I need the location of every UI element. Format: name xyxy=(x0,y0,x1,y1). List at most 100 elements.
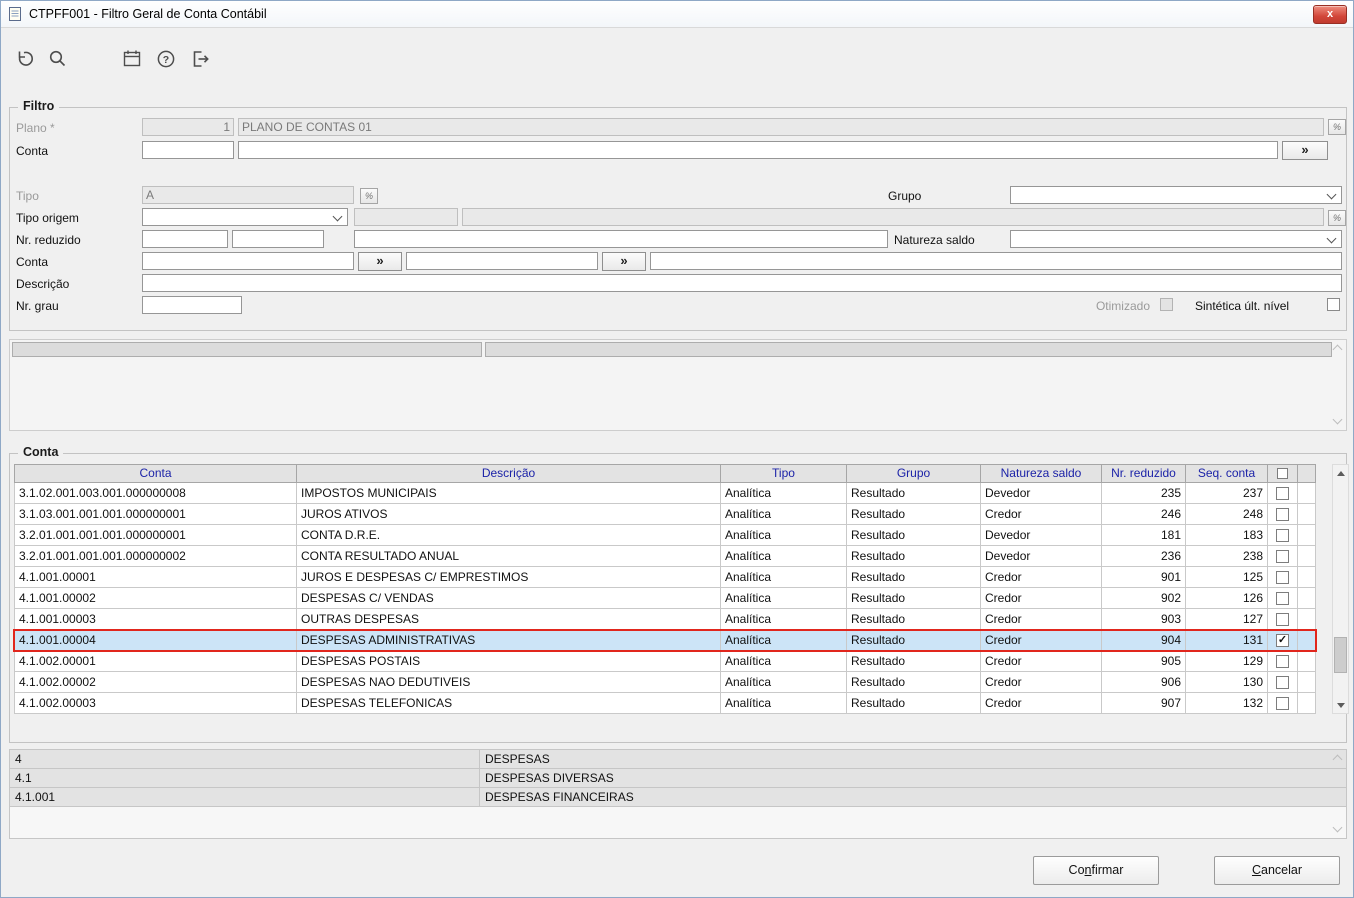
row-filler xyxy=(1298,693,1316,714)
table-row[interactable]: 3.2.01.001.001.001.000000001 CONTA D.R.E.… xyxy=(14,525,1316,546)
table-row[interactable]: 3.1.03.001.001.001.000000001 JUROS ATIVOS… xyxy=(14,504,1316,525)
conta-input[interactable] xyxy=(142,141,234,159)
cell-tipo: Analítica xyxy=(721,630,847,651)
row-checkbox[interactable] xyxy=(1276,507,1289,521)
row-checkbox[interactable] xyxy=(1276,570,1289,584)
natureza-saldo-select[interactable] xyxy=(1010,230,1342,248)
header-tipo[interactable]: Tipo xyxy=(721,464,847,483)
cell-descricao: OUTRAS DESPESAS xyxy=(297,609,721,630)
scroll-up-icon[interactable] xyxy=(1332,344,1343,355)
exit-icon[interactable] xyxy=(187,46,213,72)
table-row[interactable]: 4.1.001.00003 OUTRAS DESPESAS Analítica Res… xyxy=(14,609,1316,630)
close-button[interactable]: x xyxy=(1313,4,1347,24)
row-filler xyxy=(1298,588,1316,609)
toolbar: ? xyxy=(1,28,1353,90)
nr-reduzido-extra-input[interactable] xyxy=(354,230,888,248)
hierarchy-row[interactable]: 4.1 DESPESAS DIVERSAS xyxy=(10,769,1346,788)
cell-conta: 4.1.001.00001 xyxy=(14,567,297,588)
scroll-down-icon[interactable] xyxy=(1332,822,1343,833)
cell-grupo: Resultado xyxy=(847,609,981,630)
plano-lookup-button[interactable]: % xyxy=(1328,119,1346,135)
row-checkbox[interactable] xyxy=(1276,591,1289,605)
cell-conta: 3.1.02.001.003.001.000000008 xyxy=(14,483,297,504)
header-seq-conta[interactable]: Seq. conta xyxy=(1186,464,1268,483)
row-checkbox[interactable] xyxy=(1276,549,1289,563)
hierarchy-row[interactable]: 4 DESPESAS xyxy=(10,750,1346,769)
row-checkbox[interactable] xyxy=(1276,675,1289,689)
table-row[interactable]: 4.1.002.00003 DESPESAS TELEFONICAS Analíti… xyxy=(14,693,1316,714)
row-checkbox[interactable] xyxy=(1276,528,1289,542)
header-descricao[interactable]: Descrição xyxy=(297,464,721,483)
nr-reduzido-to-input[interactable] xyxy=(232,230,324,248)
confirm-button[interactable]: Confirmar xyxy=(1033,856,1159,885)
conta-to-more-button[interactable]: » xyxy=(602,252,646,271)
conta-from-input[interactable] xyxy=(142,252,354,270)
conta-from-more-button[interactable]: » xyxy=(358,252,402,271)
conta-to-input[interactable] xyxy=(406,252,598,270)
row-filler xyxy=(1298,630,1316,651)
descricao-input[interactable] xyxy=(142,274,1342,292)
scrollbar-thumb[interactable] xyxy=(1334,637,1347,673)
nr-grau-label: Nr. grau xyxy=(16,299,59,313)
table-row[interactable]: 4.1.002.00001 DESPESAS POSTAIS Analítica Re… xyxy=(14,651,1316,672)
nr-reduzido-from-input[interactable] xyxy=(142,230,228,248)
cell-descricao: CONTA RESULTADO ANUAL xyxy=(297,546,721,567)
scroll-down-icon[interactable] xyxy=(1332,414,1343,425)
cell-tipo: Analítica xyxy=(721,504,847,525)
tipo-origem-field-2 xyxy=(462,208,1324,226)
table-row[interactable]: 4.1.002.00002 DESPESAS NAO DEDUTIVEIS Anal… xyxy=(14,672,1316,693)
tipo-lookup-button[interactable]: % xyxy=(360,188,378,204)
cancel-button[interactable]: Cancelar xyxy=(1214,856,1340,885)
row-checkbox[interactable] xyxy=(1276,486,1289,500)
cell-descricao: DESPESAS NAO DEDUTIVEIS xyxy=(297,672,721,693)
undo-icon[interactable] xyxy=(11,46,37,72)
row-checkbox[interactable]: ✓ xyxy=(1276,633,1289,647)
scrollbar-down-button[interactable] xyxy=(1333,697,1348,713)
header-conta[interactable]: Conta xyxy=(14,464,297,483)
cell-seq-conta: 131 xyxy=(1186,630,1268,651)
row-filler xyxy=(1298,525,1316,546)
header-grupo[interactable]: Grupo xyxy=(847,464,981,483)
calendar-icon[interactable] xyxy=(119,46,145,72)
search-icon[interactable] xyxy=(45,46,71,72)
confirm-label-post: firmar xyxy=(1091,863,1124,877)
plano-input[interactable] xyxy=(142,118,234,136)
row-checkbox-cell xyxy=(1268,588,1298,609)
table-row[interactable]: 4.1.001.00002 DESPESAS C/ VENDAS Analítica… xyxy=(14,588,1316,609)
nr-grau-input[interactable] xyxy=(142,296,242,314)
header-checkbox[interactable] xyxy=(1277,468,1288,479)
sintetica-label: Sintética últ. nível xyxy=(1195,299,1290,313)
row-checkbox-cell xyxy=(1268,693,1298,714)
cell-conta: 4.1.002.00002 xyxy=(14,672,297,693)
window-title: CTPFF001 - Filtro Geral de Conta Contábi… xyxy=(29,7,267,21)
header-natureza-saldo[interactable]: Natureza saldo xyxy=(981,464,1102,483)
cell-nr-reduzido: 907 xyxy=(1102,693,1186,714)
table-row[interactable]: 4.1.001.00004 DESPESAS ADMINISTRATIVAS Ana… xyxy=(13,629,1317,652)
conta-more-button[interactable]: » xyxy=(1282,141,1328,160)
tipo-input[interactable] xyxy=(142,186,354,204)
row-checkbox-cell xyxy=(1268,609,1298,630)
hierarchy-row[interactable]: 4.1.001 DESPESAS FINANCEIRAS xyxy=(10,788,1346,807)
conta-extra-input[interactable] xyxy=(650,252,1342,270)
sintetica-checkbox[interactable] xyxy=(1327,298,1340,311)
row-checkbox[interactable] xyxy=(1276,696,1289,710)
scrollbar-up-button[interactable] xyxy=(1333,465,1348,481)
row-checkbox[interactable] xyxy=(1276,612,1289,626)
table-row[interactable]: 4.1.001.00001 JUROS E DESPESAS C/ EMPREST… xyxy=(14,567,1316,588)
conta-wide-input[interactable] xyxy=(238,141,1278,159)
tipo-origem-lookup-button[interactable]: % xyxy=(1328,210,1346,226)
row-checkbox-cell xyxy=(1268,651,1298,672)
triangle-down-icon xyxy=(1336,702,1345,708)
grupo-select[interactable] xyxy=(1010,186,1342,204)
table-scrollbar[interactable] xyxy=(1332,464,1349,714)
help-icon[interactable]: ? xyxy=(153,46,179,72)
row-checkbox[interactable] xyxy=(1276,654,1289,668)
tipo-origem-select[interactable] xyxy=(142,208,348,226)
table-row[interactable]: 3.2.01.001.001.001.000000002 CONTA RESULT… xyxy=(14,546,1316,567)
cell-natureza-saldo: Devedor xyxy=(981,546,1102,567)
header-nr-reduzido[interactable]: Nr. reduzido xyxy=(1102,464,1186,483)
otimizado-checkbox[interactable] xyxy=(1160,298,1173,311)
chevron-down-icon xyxy=(1326,189,1337,200)
table-row[interactable]: 3.1.02.001.003.001.000000008 IMPOSTOS MUN… xyxy=(14,483,1316,504)
cell-seq-conta: 129 xyxy=(1186,651,1268,672)
